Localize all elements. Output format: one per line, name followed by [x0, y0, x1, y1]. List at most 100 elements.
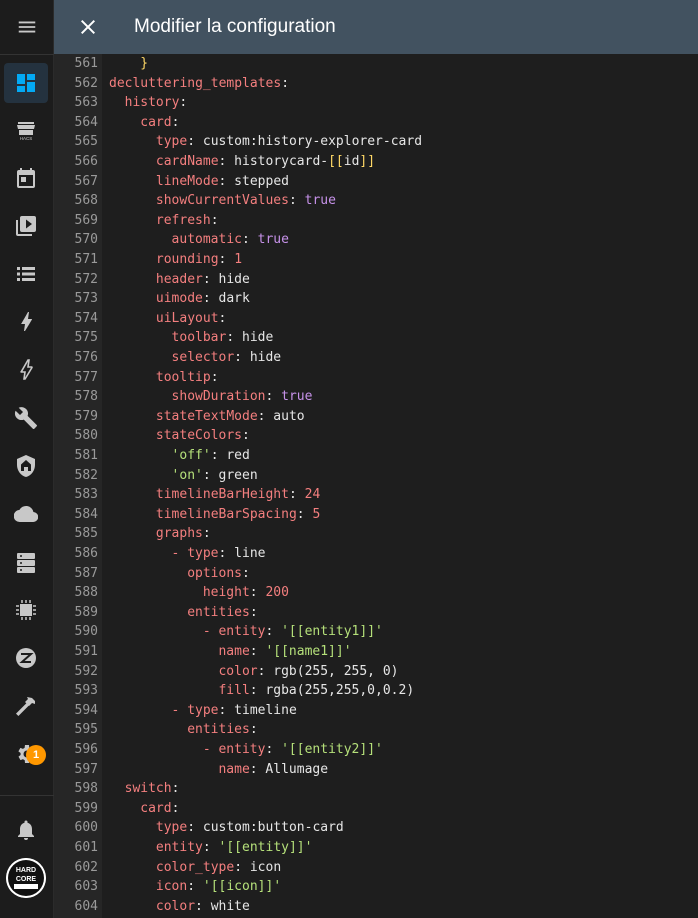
code-line[interactable]: 587 options: — [54, 564, 698, 584]
code-line[interactable]: 561} — [54, 54, 698, 74]
code-line[interactable]: 594 - type: timeline — [54, 701, 698, 721]
line-text[interactable]: uiLayout: — [156, 309, 226, 329]
sidebar-item-server[interactable] — [4, 542, 48, 582]
code-line[interactable]: 597 name: Allumage — [54, 760, 698, 780]
line-text[interactable]: timelineBarSpacing: 5 — [156, 505, 320, 525]
code-line[interactable]: 585 graphs: — [54, 524, 698, 544]
code-line[interactable]: 589 entities: — [54, 603, 698, 623]
code-line[interactable]: 592 color: rgb(255, 255, 0) — [54, 662, 698, 682]
sidebar-item-security[interactable] — [4, 446, 48, 486]
code-line[interactable]: 593 fill: rgba(255,255,0,0.2) — [54, 681, 698, 701]
line-text[interactable]: switch: — [125, 779, 180, 799]
line-text[interactable]: toolbar: hide — [172, 328, 274, 348]
sidebar-item-media[interactable] — [4, 206, 48, 246]
menu-button[interactable] — [0, 0, 54, 54]
code-line[interactable]: 563 history: — [54, 93, 698, 113]
line-text[interactable]: refresh: — [156, 211, 219, 231]
line-text[interactable]: automatic: true — [172, 230, 289, 250]
sidebar-item-zigbee[interactable] — [4, 638, 48, 678]
line-text[interactable]: entities: — [187, 603, 257, 623]
line-text[interactable]: stateTextMode: auto — [156, 407, 305, 427]
line-text[interactable]: - type: timeline — [172, 701, 297, 721]
code-line[interactable]: 575 toolbar: hide — [54, 328, 698, 348]
line-text[interactable]: - entity: '[[entity2]]' — [203, 740, 383, 760]
code-line[interactable]: 590 - entity: '[[entity1]]' — [54, 622, 698, 642]
code-line[interactable]: 582 'on': green — [54, 466, 698, 486]
line-text[interactable]: lineMode: stepped — [156, 172, 289, 192]
code-line[interactable]: 599 card: — [54, 799, 698, 819]
sidebar-item-hacs[interactable]: HACS — [4, 110, 48, 150]
line-text[interactable]: entity: '[[entity]]' — [156, 838, 313, 858]
sidebar-item-cloud[interactable] — [4, 494, 48, 534]
avatar[interactable]: HARD CORE — [6, 858, 46, 898]
sidebar-item-chip[interactable] — [4, 590, 48, 630]
line-text[interactable]: 'off': red — [172, 446, 250, 466]
code-line[interactable]: 565 type: custom:history-explorer-card — [54, 132, 698, 152]
code-line[interactable]: 564 card: — [54, 113, 698, 133]
line-text[interactable]: type: custom:button-card — [156, 818, 344, 838]
code-line[interactable]: 579 stateTextMode: auto — [54, 407, 698, 427]
line-text[interactable]: entities: — [187, 720, 257, 740]
code-line[interactable]: 596 - entity: '[[entity2]]' — [54, 740, 698, 760]
code-line[interactable]: 601 entity: '[[entity]]' — [54, 838, 698, 858]
line-text[interactable]: color: rgb(255, 255, 0) — [218, 662, 398, 682]
code-line[interactable]: 581 'off': red — [54, 446, 698, 466]
sidebar-item-logbook[interactable] — [4, 254, 48, 294]
code-line[interactable]: 588 height: 200 — [54, 583, 698, 603]
line-text[interactable]: stateColors: — [156, 426, 250, 446]
code-line[interactable]: 591 name: '[[name1]]' — [54, 642, 698, 662]
line-text[interactable]: cardName: historycard-[[id]] — [156, 152, 375, 172]
code-line[interactable]: 573 uimode: dark — [54, 289, 698, 309]
code-line[interactable]: 574 uiLayout: — [54, 309, 698, 329]
line-text[interactable]: tooltip: — [156, 368, 219, 388]
code-line[interactable]: 604 color: white — [54, 897, 698, 917]
code-line[interactable]: 586 - type: line — [54, 544, 698, 564]
sidebar-item-calendar[interactable] — [4, 158, 48, 198]
line-text[interactable]: uimode: dark — [156, 289, 250, 309]
line-text[interactable]: rounding: 1 — [156, 250, 242, 270]
sidebar-item-hammer[interactable] — [4, 686, 48, 726]
line-text[interactable]: options: — [187, 564, 250, 584]
line-text[interactable]: - type: line — [172, 544, 266, 564]
line-text[interactable]: color: white — [156, 897, 250, 917]
line-text[interactable]: timelineBarHeight: 24 — [156, 485, 320, 505]
sidebar-item-power[interactable] — [4, 350, 48, 390]
code-line[interactable]: 577 tooltip: — [54, 368, 698, 388]
notifications-button[interactable] — [4, 810, 48, 850]
code-editor[interactable]: 561} 562 decluttering_templates: 563 history… — [54, 54, 698, 918]
line-text[interactable]: - entity: '[[entity1]]' — [203, 622, 383, 642]
code-line[interactable]: 562 decluttering_templates: — [54, 74, 698, 94]
close-icon[interactable] — [76, 15, 100, 39]
code-line[interactable]: 600 type: custom:button-card — [54, 818, 698, 838]
sidebar-item-dashboard[interactable] — [4, 63, 48, 103]
line-text[interactable]: color_type: icon — [156, 858, 281, 878]
code-line[interactable]: 602 color_type: icon — [54, 858, 698, 878]
code-line[interactable]: 578 showDuration: true — [54, 387, 698, 407]
code-line[interactable]: 569 refresh: — [54, 211, 698, 231]
line-text[interactable]: history: — [125, 93, 188, 113]
line-text[interactable]: 'on': green — [172, 466, 258, 486]
code-line[interactable]: 598 switch: — [54, 779, 698, 799]
sidebar-item-energy[interactable] — [4, 302, 48, 342]
line-text[interactable]: header: hide — [156, 270, 250, 290]
line-text[interactable]: fill: rgba(255,255,0,0.2) — [218, 681, 414, 701]
code-line[interactable]: 584 timelineBarSpacing: 5 — [54, 505, 698, 525]
code-line[interactable]: 566 cardName: historycard-[[id]] — [54, 152, 698, 172]
code-line[interactable]: 583 timelineBarHeight: 24 — [54, 485, 698, 505]
line-text[interactable]: card: — [140, 113, 179, 133]
sidebar-item-developer-tools[interactable] — [4, 398, 48, 438]
code-line[interactable]: 571 rounding: 1 — [54, 250, 698, 270]
line-text[interactable]: icon: '[[icon]]' — [156, 877, 281, 897]
line-text[interactable]: card: — [140, 799, 179, 819]
line-text[interactable]: height: 200 — [203, 583, 289, 603]
line-text[interactable]: decluttering_templates: — [109, 74, 289, 94]
code-line[interactable]: 572 header: hide — [54, 270, 698, 290]
code-line[interactable]: 595 entities: — [54, 720, 698, 740]
line-text[interactable]: } — [140, 54, 148, 74]
line-text[interactable]: selector: hide — [172, 348, 282, 368]
code-line[interactable]: 576 selector: hide — [54, 348, 698, 368]
line-text[interactable]: showCurrentValues: true — [156, 191, 336, 211]
line-text[interactable]: name: Allumage — [218, 760, 328, 780]
code-line[interactable]: 568 showCurrentValues: true — [54, 191, 698, 211]
code-line[interactable]: 603 icon: '[[icon]]' — [54, 877, 698, 897]
